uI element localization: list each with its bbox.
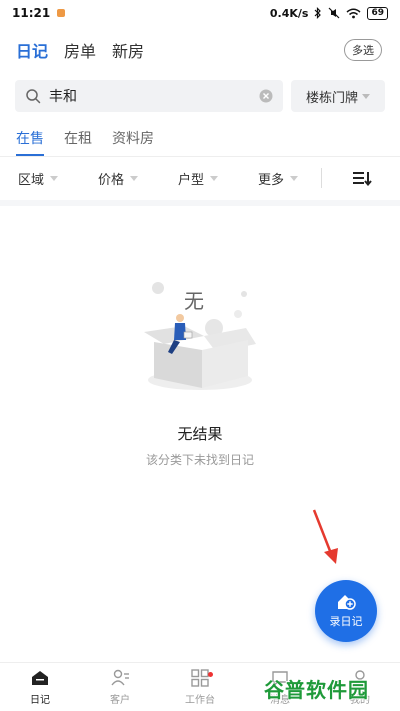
battery-indicator: 69	[367, 6, 388, 20]
section-divider	[0, 200, 400, 206]
filter-divider	[321, 168, 322, 188]
sub-tabs: 在售 在租 资料房	[16, 128, 154, 156]
nav-item-customers[interactable]: 客户	[80, 663, 160, 711]
chevron-down-icon	[130, 175, 139, 181]
status-time: 11:21	[12, 6, 51, 20]
filter-layout-label: 户型	[178, 172, 205, 188]
workbench-icon	[191, 669, 209, 687]
filter-layout[interactable]: 户型	[178, 169, 219, 188]
empty-illustration-char: 无	[184, 289, 204, 313]
filter-area[interactable]: 区域	[18, 169, 59, 188]
top-tabs: 日记 房单 新房	[16, 38, 144, 62]
bluetooth-icon	[315, 7, 322, 19]
notification-dot	[208, 672, 213, 677]
chevron-down-icon	[210, 175, 219, 181]
building-number-select[interactable]: 楼栋门牌	[291, 80, 385, 112]
tab-for-sale[interactable]: 在售	[16, 128, 44, 156]
building-select-label: 楼栋门牌	[305, 90, 358, 106]
empty-state-title: 无结果	[177, 425, 223, 443]
search-input[interactable]: 丰和	[15, 80, 283, 112]
record-diary-label: 录日记	[329, 615, 363, 628]
nav-item-workbench[interactable]: 工作台	[160, 663, 240, 711]
house-plus-icon	[338, 595, 356, 610]
nav-label-customers: 客户	[110, 695, 130, 706]
app-notification-icon	[57, 9, 66, 17]
chevron-down-icon	[362, 93, 370, 99]
diary-icon	[32, 671, 48, 685]
status-bar: 11:21 0.4K/s 69	[0, 0, 400, 26]
search-icon	[26, 89, 41, 104]
mute-icon	[329, 7, 340, 19]
search-value: 丰和	[49, 89, 77, 105]
filter-bar: 区域 价格 户型 更多	[0, 162, 400, 194]
customer-icon	[111, 669, 129, 686]
nav-item-diary[interactable]: 日记	[0, 663, 80, 711]
filter-more-label: 更多	[258, 172, 285, 188]
wifi-icon	[346, 8, 361, 18]
tab-new-homes[interactable]: 新房	[112, 38, 144, 62]
clear-icon[interactable]	[259, 89, 273, 103]
nav-label-workbench: 工作台	[185, 695, 215, 706]
filter-area-label: 区域	[18, 172, 45, 188]
filter-price-label: 价格	[98, 172, 125, 188]
empty-box-illustration: 无	[144, 282, 256, 390]
multi-select-button[interactable]: 多选	[344, 39, 382, 61]
annotation-arrow-icon	[312, 509, 338, 564]
chevron-down-icon	[50, 175, 59, 181]
tab-listings[interactable]: 房单	[64, 38, 96, 62]
sort-icon[interactable]	[352, 170, 372, 186]
tab-archived-listings[interactable]: 资料房	[112, 128, 154, 156]
chevron-down-icon	[290, 175, 299, 181]
empty-state-subtitle: 该分类下未找到日记	[145, 453, 254, 467]
watermark: 谷普软件园	[264, 678, 369, 702]
network-speed: 0.4K/s	[269, 6, 309, 20]
record-diary-button[interactable]: 录日记	[315, 580, 377, 642]
divider	[0, 156, 400, 157]
tab-for-rent[interactable]: 在租	[64, 128, 92, 156]
tab-diary[interactable]: 日记	[16, 38, 48, 62]
filter-price[interactable]: 价格	[98, 169, 139, 188]
nav-label-diary: 日记	[30, 695, 50, 706]
filter-more[interactable]: 更多	[258, 169, 299, 188]
